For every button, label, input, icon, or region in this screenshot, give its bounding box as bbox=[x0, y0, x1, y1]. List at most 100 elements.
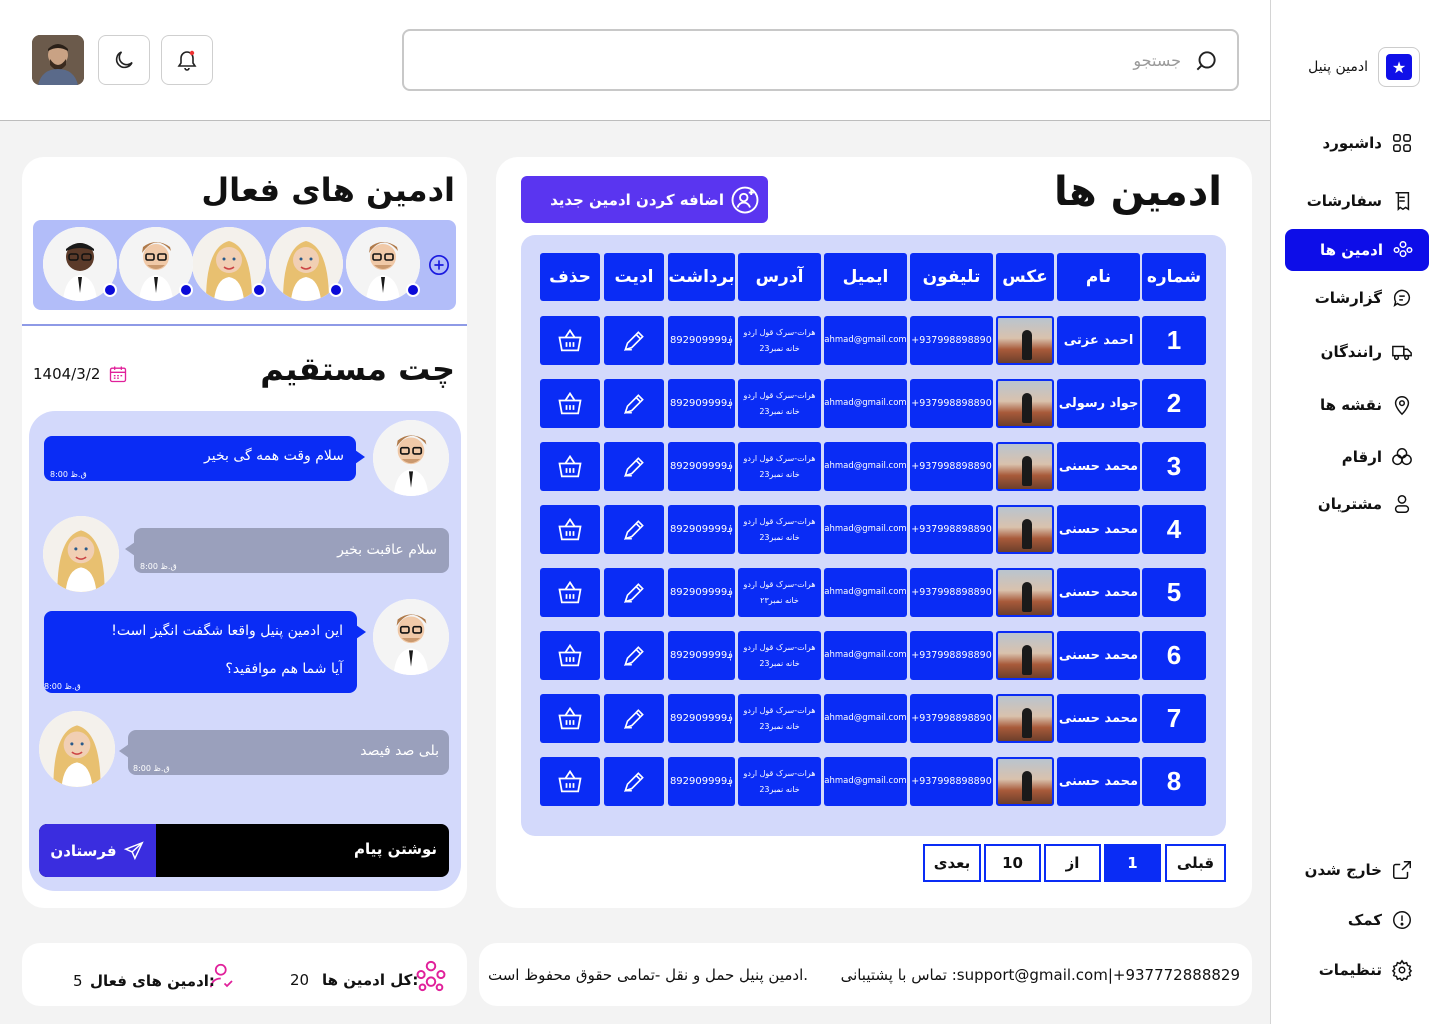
chat-avatar bbox=[373, 599, 449, 675]
admin-withdraw: 892909999؋ bbox=[668, 757, 735, 806]
message-time: 8:00 ق.ظ bbox=[133, 764, 170, 773]
admin-address: هرات-سرک قول اردو خانه نمبر23 bbox=[738, 442, 821, 491]
sidebar-item-reports[interactable]: گزارشات bbox=[1315, 278, 1414, 318]
sidebar-item-settings[interactable]: تنظیمات bbox=[1319, 950, 1414, 990]
sidebar-item-label: ارقام bbox=[1341, 448, 1382, 466]
basket-icon bbox=[558, 391, 582, 414]
admin-email: ahmad@gmail.com bbox=[824, 568, 907, 617]
edit-button[interactable] bbox=[604, 757, 664, 806]
admin-phone: +937998898890 bbox=[910, 442, 993, 491]
sidebar-item-label: ادمین ها bbox=[1319, 241, 1383, 259]
admin-withdraw: 892909999؋ bbox=[668, 316, 735, 365]
users-icon bbox=[1391, 238, 1415, 262]
address-line: هرات-سرک قول اردو bbox=[743, 328, 816, 338]
chat-composer: فرستادن نوشتن پیام bbox=[39, 824, 449, 877]
row-number: 3 bbox=[1142, 442, 1206, 491]
message-text: بلی صد فیصد bbox=[360, 743, 439, 759]
page-title: ادمین ها bbox=[1053, 169, 1222, 215]
address-line: هرات-سرک قول اردو bbox=[743, 454, 816, 464]
column-header: ایمیل bbox=[824, 253, 907, 301]
admin-withdraw: 892909999؋ bbox=[668, 631, 735, 680]
row-number: 7 bbox=[1142, 694, 1206, 743]
send-button[interactable]: فرستادن bbox=[39, 824, 156, 877]
sidebar-item-label: تنظیمات bbox=[1318, 961, 1382, 979]
basket-icon bbox=[558, 580, 582, 603]
user-avatar[interactable] bbox=[32, 35, 84, 85]
logout-icon bbox=[1390, 858, 1414, 882]
sidebar-item-stats[interactable]: ارقام bbox=[1342, 437, 1414, 477]
delete-button[interactable] bbox=[540, 568, 600, 617]
active-admins-value: 5 bbox=[73, 972, 83, 990]
edit-button[interactable] bbox=[604, 379, 664, 428]
active-admins-strip bbox=[33, 220, 456, 310]
copyright: ادمین پنیل حمل و نقل -تمامی حقوق محفوظ ا… bbox=[488, 966, 809, 984]
edit-button[interactable] bbox=[604, 316, 664, 365]
chat-date: 1404/3/2 bbox=[33, 364, 128, 384]
sidebar-item-dashboard[interactable]: داشبورد bbox=[1323, 123, 1414, 163]
pagination-current[interactable]: 1 bbox=[1104, 844, 1161, 882]
help-icon bbox=[1390, 908, 1414, 932]
chat-title: چت مستقیم bbox=[260, 350, 455, 388]
sidebar: ادمین پنیل ★ داشبورد سفارشات ادمین ها گز… bbox=[1270, 0, 1440, 1024]
admin-email: ahmad@gmail.com bbox=[824, 505, 907, 554]
total-admins-label: کل ادمین ها: bbox=[322, 971, 419, 989]
sidebar-item-label: گزارشات bbox=[1314, 289, 1382, 307]
sidebar-item-maps[interactable]: نقشه ها bbox=[1320, 385, 1414, 425]
address-line: خانه نمبر23 bbox=[759, 532, 800, 542]
delete-button[interactable] bbox=[540, 379, 600, 428]
row-number: 6 bbox=[1142, 631, 1206, 680]
add-admin-button[interactable]: اضافه کردن ادمین جدید bbox=[521, 176, 768, 223]
edit-icon bbox=[624, 393, 644, 414]
sidebar-item-help[interactable]: کمک bbox=[1348, 900, 1414, 940]
pagination-next[interactable]: بعدی bbox=[923, 844, 981, 882]
delete-button[interactable] bbox=[540, 631, 600, 680]
notifications-button[interactable] bbox=[161, 35, 213, 85]
moon-icon bbox=[115, 51, 133, 69]
edit-icon bbox=[624, 582, 644, 603]
address-line: خانه نمبر۲۳ bbox=[760, 595, 799, 605]
row-number: 5 bbox=[1142, 568, 1206, 617]
delete-button[interactable] bbox=[540, 442, 600, 491]
message-text: سلام عاقبت بخیر bbox=[337, 542, 437, 558]
stats-footer: 20 کل ادمین ها: 5 ادمین های فعال: bbox=[22, 943, 467, 1006]
add-circle-icon[interactable] bbox=[428, 254, 450, 276]
edit-button[interactable] bbox=[604, 631, 664, 680]
brand[interactable]: ادمین پنیل ★ bbox=[1308, 47, 1420, 87]
delete-button[interactable] bbox=[540, 316, 600, 365]
chat-avatar bbox=[373, 420, 449, 496]
user-icon bbox=[1390, 492, 1414, 516]
delete-button[interactable] bbox=[540, 757, 600, 806]
theme-toggle-button[interactable] bbox=[98, 35, 150, 85]
sidebar-item-logout[interactable]: خارج شدن bbox=[1305, 850, 1414, 890]
column-header: تلیفون bbox=[910, 253, 993, 301]
delete-button[interactable] bbox=[540, 694, 600, 743]
pagination-prev[interactable]: قبلی bbox=[1165, 844, 1226, 882]
row-number: 4 bbox=[1142, 505, 1206, 554]
admin-email: ahmad@gmail.com bbox=[824, 379, 907, 428]
bubble-tail bbox=[356, 625, 366, 639]
edit-button[interactable] bbox=[604, 568, 664, 617]
receipt-icon bbox=[1390, 189, 1414, 213]
admin-photo bbox=[996, 442, 1054, 491]
admin-address: هرات-سرک قول اردو خانه نمبر۲۳ bbox=[738, 568, 821, 617]
send-icon bbox=[123, 840, 144, 860]
search-input[interactable] bbox=[481, 45, 1181, 75]
map-pin-icon bbox=[1390, 393, 1414, 417]
message-text: آیا شما هم موافقید؟ bbox=[225, 661, 343, 677]
sidebar-item-customers[interactable]: مشتریان bbox=[1318, 484, 1414, 524]
delete-button[interactable] bbox=[540, 505, 600, 554]
admin-name: محمد حسنی bbox=[1057, 694, 1140, 743]
online-dot bbox=[103, 283, 117, 297]
edit-icon bbox=[624, 645, 644, 666]
admin-address: هرات-سرک قول اردو خانه نمبر23 bbox=[738, 316, 821, 365]
sidebar-item-orders[interactable]: سفارشات bbox=[1307, 181, 1414, 221]
chat-bubble-sent: سلام وقت همه گی بخیر 8:00 ق.ظ bbox=[44, 436, 365, 481]
sidebar-item-drivers[interactable]: رانندگان bbox=[1321, 332, 1414, 372]
search-box[interactable] bbox=[402, 29, 1239, 91]
sidebar-item-admins[interactable]: ادمین ها bbox=[1285, 229, 1429, 271]
admin-email: ahmad@gmail.com bbox=[824, 631, 907, 680]
message-input[interactable]: نوشتن پیام bbox=[354, 840, 437, 858]
edit-button[interactable] bbox=[604, 694, 664, 743]
edit-button[interactable] bbox=[604, 442, 664, 491]
edit-button[interactable] bbox=[604, 505, 664, 554]
